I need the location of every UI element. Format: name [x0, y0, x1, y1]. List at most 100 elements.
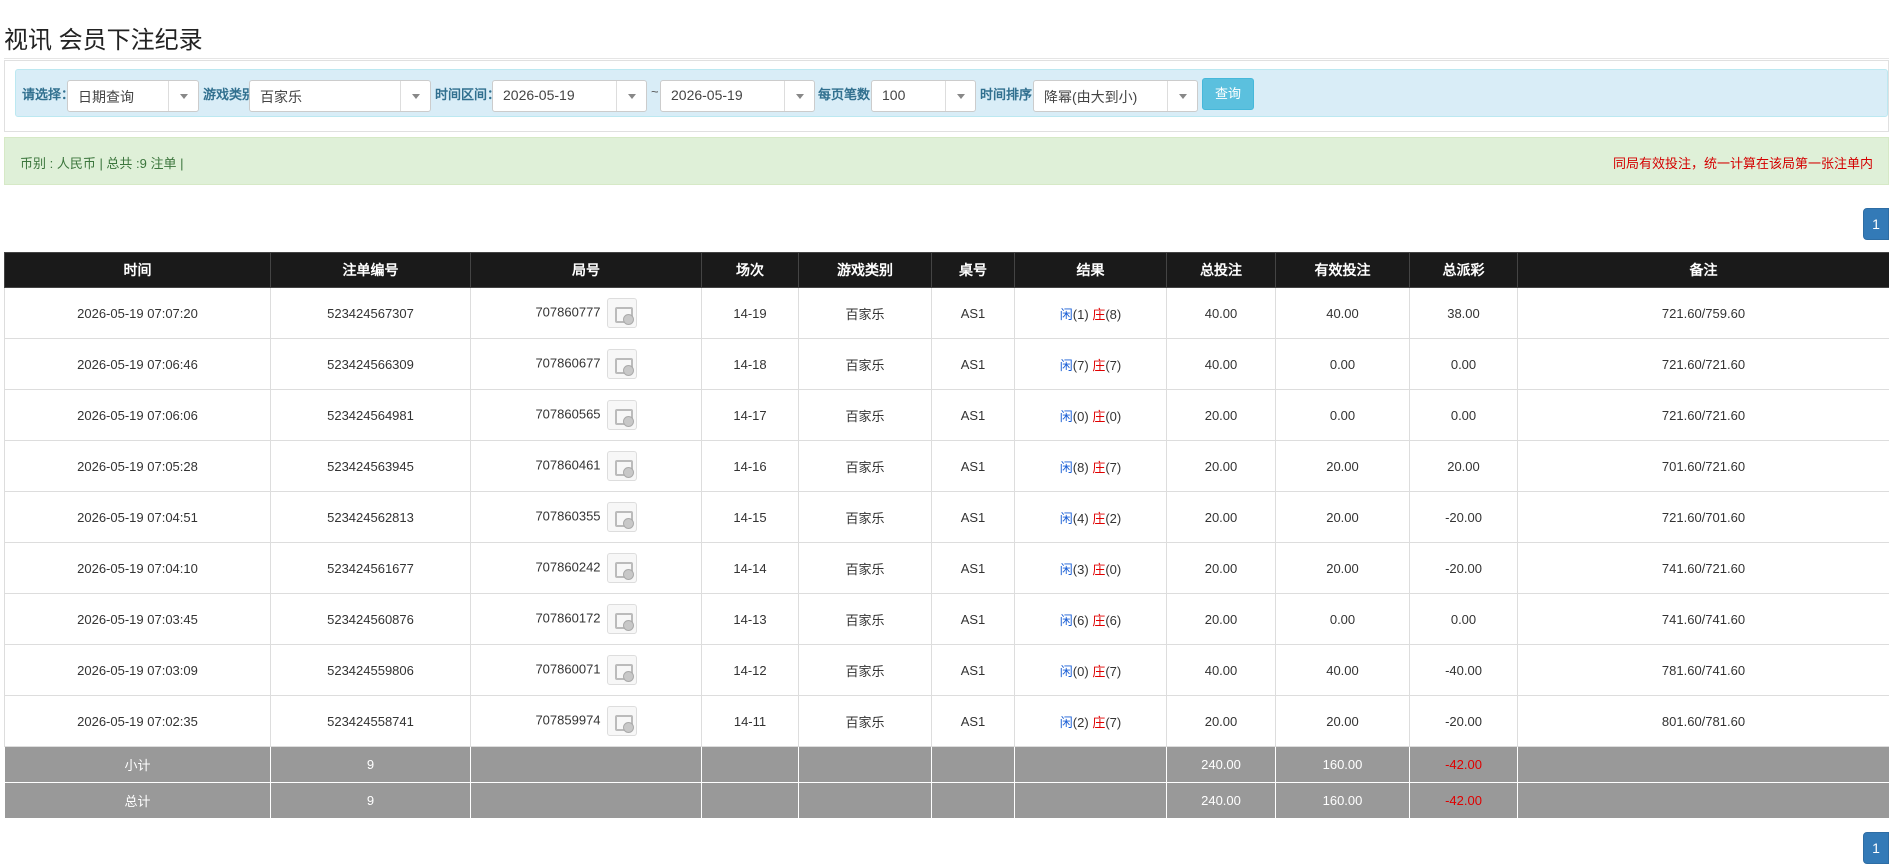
round-detail-icon[interactable]	[606, 553, 637, 583]
result-cell[interactable]: 闲(2) 庄(7)	[1014, 695, 1167, 747]
payout-cell: 0.00	[1409, 389, 1518, 441]
footer-valid-bet-cell: 160.00	[1275, 782, 1410, 819]
table-row: 2026-05-19 07:06:46 523424566309 707860677…	[4, 338, 1889, 390]
column-header: 桌号	[931, 252, 1015, 288]
round-detail-icon[interactable]	[606, 655, 637, 685]
column-header: 结果	[1014, 252, 1167, 288]
player-score: (0)	[1072, 663, 1089, 679]
query-button[interactable]: 查询	[1202, 78, 1255, 110]
round-detail-icon[interactable]	[606, 451, 637, 481]
total-bet-cell[interactable]: 20.00	[1166, 542, 1276, 594]
round-cell: 707859974	[470, 695, 702, 747]
column-header: 游戏类别	[798, 252, 932, 288]
player-label: 闲	[1059, 408, 1073, 424]
game-type-cell: 百家乐	[798, 593, 932, 645]
banker-score: (0)	[1105, 561, 1122, 577]
round-cell: 707860071	[470, 644, 702, 696]
total-bet-cell[interactable]: 20.00	[1166, 389, 1276, 441]
round-detail-icon[interactable]	[606, 298, 637, 328]
pagination-bottom-page[interactable]: 1	[1863, 832, 1889, 864]
footer-empty-cell	[798, 782, 932, 819]
valid-bet-cell: 0.00	[1275, 389, 1410, 441]
round-detail-icon[interactable]	[606, 502, 637, 532]
game-type-cell: 百家乐	[798, 338, 932, 390]
query-type-value: 日期查询	[78, 89, 134, 105]
player-label: 闲	[1059, 357, 1073, 373]
footer-count-cell: 9	[270, 782, 471, 819]
footer-empty-cell	[931, 782, 1015, 819]
date-range-separator: ~	[651, 84, 659, 99]
result-cell[interactable]: 闲(7) 庄(7)	[1014, 338, 1167, 390]
payout-cell: -20.00	[1409, 542, 1518, 594]
total-bet-cell[interactable]: 40.00	[1166, 287, 1276, 339]
per-page-value: 100	[882, 87, 906, 103]
summary-bar: 币别 : 人民币 | 总共 :9 注单 | 同局有效投注，统一计算在该局第一张注…	[4, 137, 1889, 185]
game-type-cell: 百家乐	[798, 491, 932, 543]
total-bet-cell[interactable]: 20.00	[1166, 440, 1276, 492]
player-label: 闲	[1059, 663, 1073, 679]
banker-label: 庄	[1092, 306, 1106, 322]
result-cell[interactable]: 闲(4) 庄(2)	[1014, 491, 1167, 543]
bet-time-cell: 2026-05-19 07:02:35	[4, 695, 271, 747]
bet-time-cell: 2026-05-19 07:03:45	[4, 593, 271, 645]
round-number: 707860071	[535, 661, 601, 677]
sort-select[interactable]: 降幂(由大到小)	[1033, 80, 1198, 112]
game-type-select[interactable]: 百家乐	[249, 80, 431, 112]
result-cell[interactable]: 闲(8) 庄(7)	[1014, 440, 1167, 492]
payout-cell: -20.00	[1409, 695, 1518, 747]
bet-records-table: 时间 注单编号 局号 场次 游戏类别 桌号 结果 总投注 有效投注 总派彩 备注 2026-05-1…	[4, 252, 1889, 819]
bet-time-cell: 2026-05-19 07:06:46	[4, 338, 271, 390]
column-header: 局号	[470, 252, 702, 288]
date-to-select[interactable]: 2026-05-19	[660, 80, 815, 112]
bet-id-cell: 523424562813	[270, 491, 471, 543]
round-detail-icon[interactable]	[606, 400, 637, 430]
footer-label-cell: 总计	[4, 782, 271, 819]
game-type-cell: 百家乐	[798, 695, 932, 747]
game-type-cell: 百家乐	[798, 644, 932, 696]
pagination-top-page[interactable]: 1	[1863, 208, 1889, 240]
player-label: 闲	[1059, 459, 1073, 475]
player-score: (1)	[1072, 306, 1089, 322]
round-detail-icon[interactable]	[606, 706, 637, 736]
query-type-select[interactable]: 日期查询	[67, 80, 199, 112]
round-number: 707860355	[535, 508, 601, 524]
round-number: 707860777	[535, 304, 601, 320]
total-bet-cell[interactable]: 40.00	[1166, 644, 1276, 696]
footer-empty-cell	[470, 782, 702, 819]
total-bet-cell[interactable]: 20.00	[1166, 491, 1276, 543]
table-number-cell: AS1	[931, 338, 1015, 390]
round-detail-icon[interactable]	[606, 604, 637, 634]
player-label: 闲	[1059, 714, 1073, 730]
session-cell: 14-19	[701, 287, 799, 339]
game-type-value: 百家乐	[260, 89, 302, 105]
footer-empty-cell	[931, 746, 1015, 783]
per-page-select[interactable]: 100	[871, 80, 976, 112]
footer-empty-cell	[1014, 746, 1167, 783]
chevron-down-icon	[616, 81, 646, 111]
total-bet-cell[interactable]: 20.00	[1166, 695, 1276, 747]
result-cell[interactable]: 闲(1) 庄(8)	[1014, 287, 1167, 339]
table-number-cell: AS1	[931, 287, 1015, 339]
payout-cell: 0.00	[1409, 338, 1518, 390]
result-cell[interactable]: 闲(0) 庄(7)	[1014, 644, 1167, 696]
date-from-select[interactable]: 2026-05-19	[492, 80, 647, 112]
round-detail-icon[interactable]	[606, 349, 637, 379]
player-score: (3)	[1072, 561, 1089, 577]
valid-bet-cell: 20.00	[1275, 542, 1410, 594]
result-cell[interactable]: 闲(6) 庄(6)	[1014, 593, 1167, 645]
table-number-cell: AS1	[931, 542, 1015, 594]
total-bet-cell[interactable]: 20.00	[1166, 593, 1276, 645]
chevron-down-icon	[1167, 81, 1197, 111]
chevron-down-icon	[945, 81, 975, 111]
valid-bet-cell: 0.00	[1275, 338, 1410, 390]
bet-time-cell: 2026-05-19 07:07:20	[4, 287, 271, 339]
bet-id-cell: 523424566309	[270, 338, 471, 390]
banker-score: (7)	[1105, 357, 1122, 373]
result-cell[interactable]: 闲(0) 庄(0)	[1014, 389, 1167, 441]
player-score: (6)	[1072, 612, 1089, 628]
result-cell[interactable]: 闲(3) 庄(0)	[1014, 542, 1167, 594]
note-cell: 801.60/781.60	[1517, 695, 1889, 747]
summary-info: 币别 : 人民币 | 总共 :9 注单 |	[20, 156, 184, 171]
round-cell: 707860355	[470, 491, 702, 543]
total-bet-cell[interactable]: 40.00	[1166, 338, 1276, 390]
